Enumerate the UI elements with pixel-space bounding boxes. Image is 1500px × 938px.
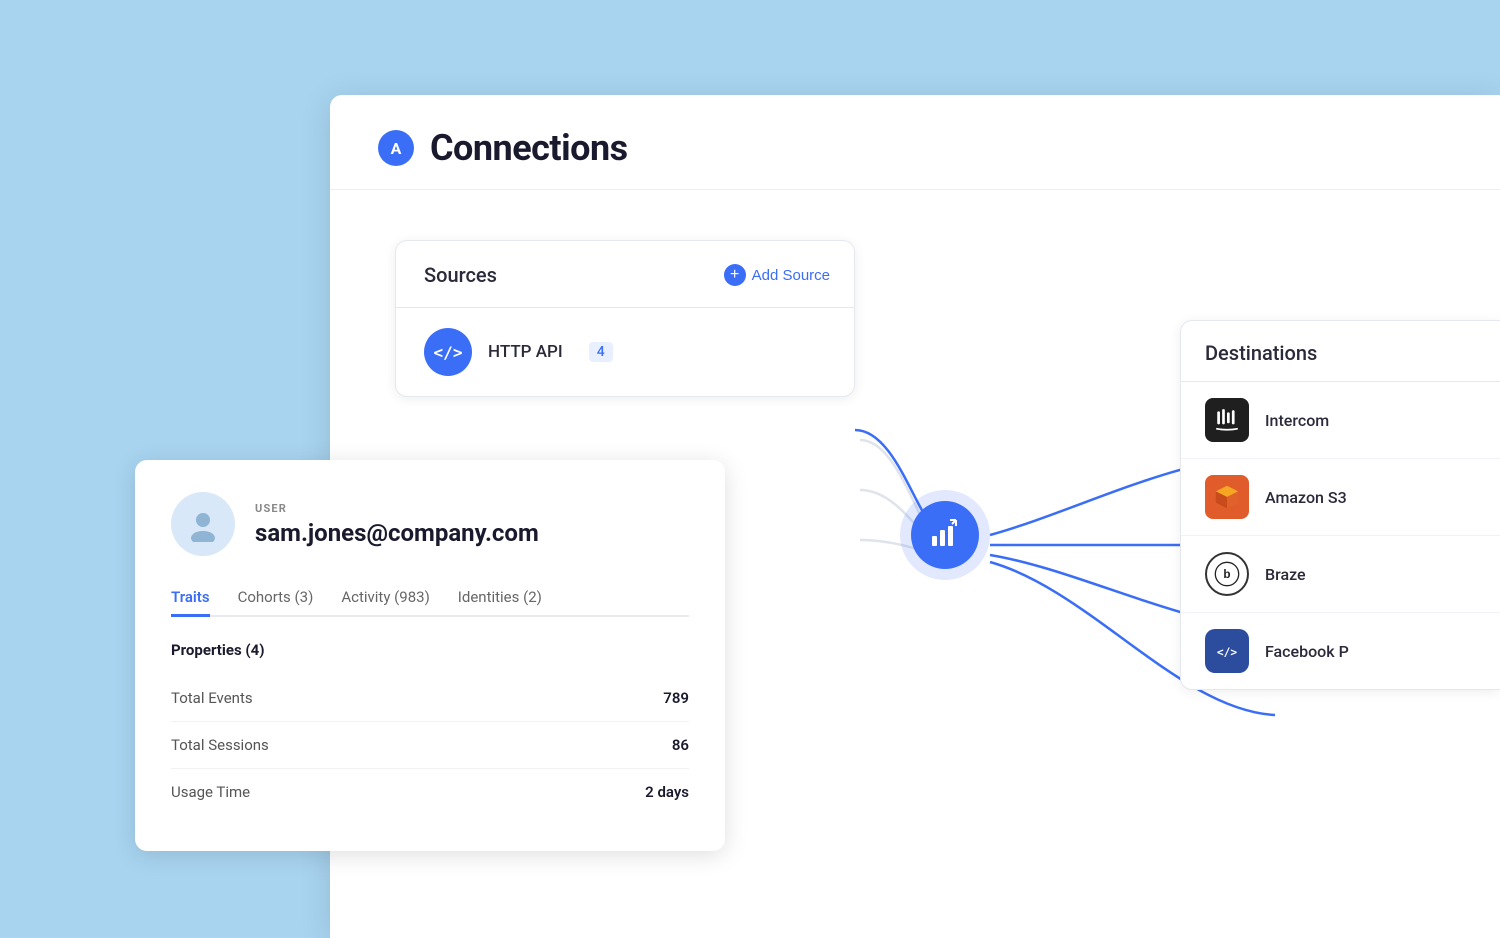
- source-item-http-api[interactable]: </> HTTP API 4: [396, 308, 854, 396]
- property-usage-time: Usage Time 2 days: [171, 769, 689, 815]
- avatar: [171, 492, 235, 556]
- add-source-button[interactable]: + Add Source: [724, 264, 830, 286]
- user-info: USER sam.jones@company.com: [255, 502, 539, 547]
- property-usage-time-value: 2 days: [645, 783, 689, 801]
- destination-facebook-label: Facebook P: [1265, 642, 1349, 661]
- intercom-icon: [1205, 398, 1249, 442]
- destination-braze[interactable]: b Braze: [1181, 536, 1500, 613]
- user-card-header: USER sam.jones@company.com: [171, 492, 689, 556]
- destinations-card: Destinations Intercom Amazon S3: [1180, 320, 1500, 690]
- properties-title: Properties (4): [171, 641, 689, 659]
- tab-identities[interactable]: Identities (2): [458, 580, 542, 617]
- analytics-node-inner: [911, 501, 979, 569]
- property-total-events: Total Events 789: [171, 675, 689, 722]
- user-email: sam.jones@company.com: [255, 519, 539, 547]
- destinations-title: Destinations: [1205, 341, 1317, 365]
- user-card: USER sam.jones@company.com Traits Cohort…: [135, 460, 725, 851]
- sources-header: Sources + Add Source: [396, 241, 854, 308]
- source-count: 4: [589, 342, 613, 362]
- sources-title: Sources: [424, 263, 497, 287]
- add-source-plus-icon: +: [724, 264, 746, 286]
- user-role-label: USER: [255, 502, 539, 515]
- svg-text:</>: </>: [1217, 646, 1237, 659]
- destination-intercom-label: Intercom: [1265, 411, 1329, 430]
- property-total-sessions-label: Total Sessions: [171, 736, 269, 754]
- source-name: HTTP API: [488, 342, 563, 362]
- destination-braze-label: Braze: [1265, 565, 1306, 584]
- property-usage-time-label: Usage Time: [171, 783, 250, 801]
- tab-cohorts[interactable]: Cohorts (3): [238, 580, 314, 617]
- destination-amazon-s3-label: Amazon S3: [1265, 488, 1347, 507]
- braze-icon: b: [1205, 552, 1249, 596]
- connections-header: A Connections: [330, 95, 1500, 190]
- property-total-events-value: 789: [663, 689, 689, 707]
- page-title: Connections: [430, 127, 628, 169]
- svg-text:b: b: [1223, 568, 1230, 581]
- amazon-s3-icon: [1205, 475, 1249, 519]
- property-total-sessions-value: 86: [672, 736, 689, 754]
- property-total-sessions: Total Sessions 86: [171, 722, 689, 769]
- add-source-label: Add Source: [752, 267, 830, 284]
- destinations-header: Destinations: [1181, 321, 1500, 382]
- sources-card: Sources + Add Source </> HTTP API 4: [395, 240, 855, 397]
- analytics-node-outer: [900, 490, 990, 580]
- http-api-icon: </>: [424, 328, 472, 376]
- destination-intercom[interactable]: Intercom: [1181, 382, 1500, 459]
- app-logo: A: [378, 130, 414, 166]
- tabs-container: Traits Cohorts (3) Activity (983) Identi…: [171, 580, 689, 617]
- facebook-pixel-icon: </>: [1205, 629, 1249, 673]
- destination-facebook[interactable]: </> Facebook P: [1181, 613, 1500, 689]
- property-total-events-label: Total Events: [171, 689, 253, 707]
- tab-activity[interactable]: Activity (983): [341, 580, 429, 617]
- tab-traits[interactable]: Traits: [171, 580, 210, 617]
- destination-amazon-s3[interactable]: Amazon S3: [1181, 459, 1500, 536]
- analytics-node[interactable]: [900, 490, 990, 580]
